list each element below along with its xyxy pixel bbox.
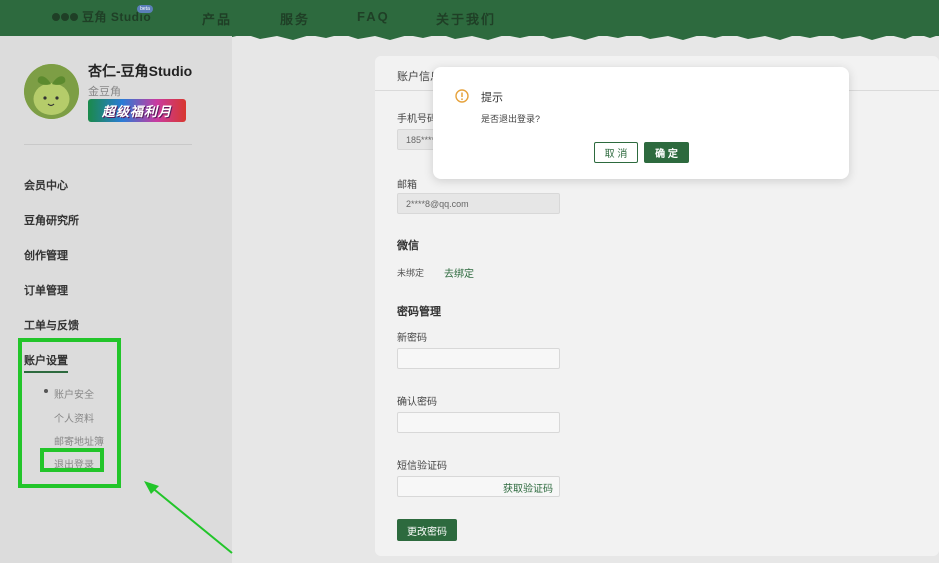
dialog-message: 是否退出登录? [481, 114, 541, 124]
dialog-title: 提示 [481, 92, 503, 104]
wechat-title: 微信 [397, 240, 419, 252]
logo-badge: beta [137, 5, 153, 13]
member-level: 金豆角 [88, 86, 121, 98]
phone-value: 185**** [406, 134, 436, 145]
username: 杏仁-豆角Studio [88, 63, 193, 79]
email-label: 邮箱 [397, 180, 417, 191]
nav-item-faq[interactable]: FAQ [357, 9, 390, 24]
confirm-password-input[interactable] [397, 412, 560, 433]
get-code-button[interactable]: 获取验证码 [503, 480, 553, 495]
sidebar-item-orders[interactable]: 订单管理 [24, 282, 68, 298]
dialog-confirm-button[interactable]: 确 定 [644, 142, 689, 163]
avatar[interactable] [24, 64, 79, 119]
new-password-label: 新密码 [397, 333, 427, 344]
promo-text: 超级福利月 [101, 104, 172, 119]
wechat-bind-link[interactable]: 去绑定 [444, 265, 474, 280]
sidebar-item-creation[interactable]: 创作管理 [24, 247, 68, 263]
sidebar-item-tickets[interactable]: 工单与反馈 [24, 317, 79, 333]
annotation-arrow [144, 481, 233, 554]
sidebar-item-research[interactable]: 豆角研究所 [24, 212, 79, 228]
confirm-password-label: 确认密码 [397, 397, 437, 408]
change-password-button[interactable]: 更改密码 [397, 519, 457, 541]
wechat-status: 未绑定 [397, 268, 425, 278]
logo[interactable]: 豆角 Studio [52, 8, 151, 25]
promo-banner[interactable]: 超级福利月 [88, 99, 186, 122]
nav-item-about[interactable]: 关于我们 [436, 9, 496, 28]
phone-label: 手机号码 [397, 114, 437, 125]
dialog-cancel-button[interactable]: 取 消 [594, 142, 638, 163]
password-title: 密码管理 [397, 306, 441, 318]
new-password-input[interactable] [397, 348, 560, 369]
email-value: 2****8@qq.com [406, 198, 469, 209]
nav-item-products[interactable]: 产品 [202, 9, 232, 28]
warning-icon [455, 89, 469, 103]
sidebar-divider [24, 144, 192, 145]
nav-item-services[interactable]: 服务 [280, 9, 310, 28]
sms-code-label: 短信验证码 [397, 461, 447, 472]
email-field: 2****8@qq.com [397, 193, 560, 214]
sidebar-item-member-center[interactable]: 会员中心 [24, 177, 68, 193]
highlight-box-logout [40, 448, 104, 472]
logo-mark-icon [52, 12, 78, 21]
